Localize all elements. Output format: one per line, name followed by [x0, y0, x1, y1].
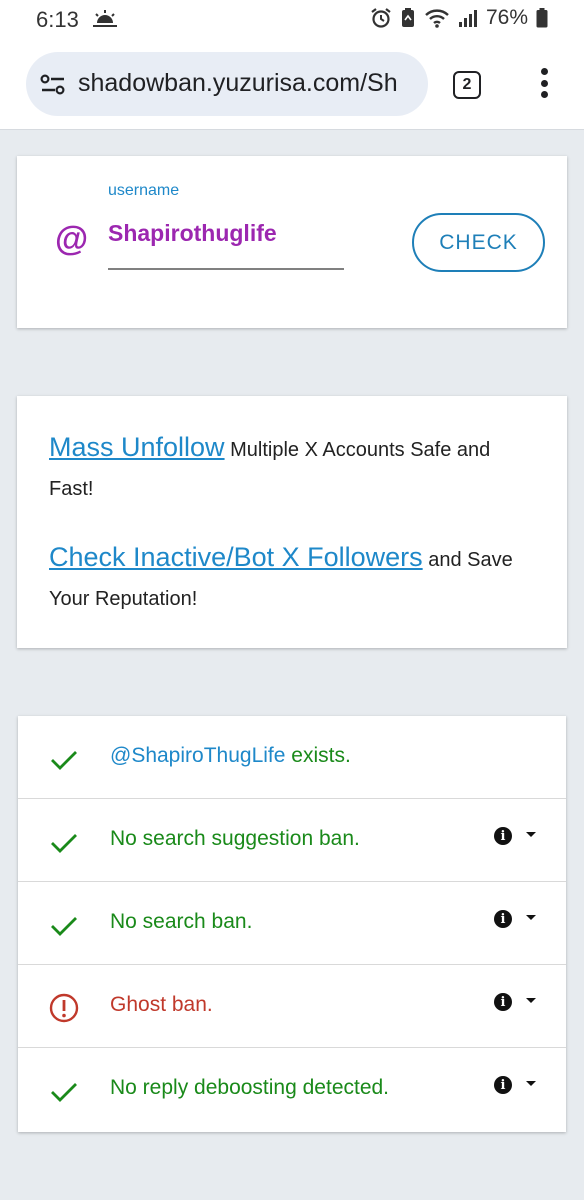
error-icon: [49, 993, 79, 1023]
info-icon[interactable]: i: [494, 1076, 512, 1094]
mass-unfollow-link[interactable]: Mass Unfollow: [49, 432, 225, 462]
result-text: No search ban.: [110, 910, 253, 933]
dropdown-caret-icon[interactable]: [526, 998, 536, 1003]
wifi-icon: [425, 9, 449, 28]
sunrise-icon: [93, 10, 117, 27]
recycle-icon: [401, 8, 414, 27]
check-icon: [51, 917, 77, 936]
tab-switcher-button[interactable]: 2: [453, 71, 481, 99]
promo-item: Mass Unfollow Multiple X Accounts Safe a…: [49, 428, 529, 509]
input-underline: [108, 268, 344, 270]
dropdown-caret-icon[interactable]: [526, 915, 536, 920]
check-icon: [51, 751, 77, 770]
result-text: No reply deboosting detected.: [110, 1076, 390, 1099]
result-row: Ghost ban. i: [18, 965, 566, 1048]
url-text[interactable]: shadowban.yuzurisa.com/Sh: [78, 69, 398, 98]
promo-card: Mass Unfollow Multiple X Accounts Safe a…: [17, 396, 567, 648]
result-row: No search suggestion ban. i: [18, 799, 566, 882]
info-icon[interactable]: i: [494, 827, 512, 845]
battery-icon: [536, 8, 548, 28]
check-icon: [51, 1083, 77, 1102]
result-text: No search suggestion ban.: [110, 827, 360, 850]
result-handle: @ShapiroThugLife: [110, 744, 286, 767]
username-input[interactable]: Shapirothuglife: [108, 220, 277, 247]
info-icon[interactable]: i: [494, 993, 512, 1011]
result-row: No search ban. i: [18, 882, 566, 965]
status-bar: 6:13 76%: [0, 0, 584, 40]
result-text: Ghost ban.: [110, 993, 213, 1016]
result-row: No reply deboosting detected. i: [18, 1048, 566, 1131]
username-card: @ username Shapirothuglife CHECK: [17, 156, 567, 328]
at-icon: @: [55, 220, 89, 258]
result-exists-text: exists.: [285, 744, 351, 767]
check-inactive-link[interactable]: Check Inactive/Bot X Followers: [49, 542, 423, 572]
browser-toolbar: shadowban.yuzurisa.com/Sh 2: [0, 40, 584, 130]
more-menu-icon[interactable]: [536, 68, 552, 102]
battery-percent: 76%: [485, 6, 528, 29]
promo-item: Check Inactive/Bot X Followers and Save …: [49, 538, 529, 619]
username-label: username: [108, 182, 180, 199]
results-card: @ShapiroThugLife exists. No search sugge…: [18, 716, 566, 1132]
alarm-icon: [371, 8, 391, 28]
dropdown-caret-icon[interactable]: [526, 832, 536, 837]
result-text: @ShapiroThugLife exists.: [110, 744, 351, 768]
check-button[interactable]: CHECK: [412, 213, 545, 272]
info-icon[interactable]: i: [494, 910, 512, 928]
site-settings-icon[interactable]: [40, 74, 66, 96]
result-row-exists: @ShapiroThugLife exists.: [18, 716, 566, 799]
status-time: 6:13: [36, 7, 79, 32]
check-icon: [51, 834, 77, 853]
signal-icon: [458, 10, 477, 27]
address-bar[interactable]: shadowban.yuzurisa.com/Sh: [26, 52, 428, 116]
dropdown-caret-icon[interactable]: [526, 1081, 536, 1086]
